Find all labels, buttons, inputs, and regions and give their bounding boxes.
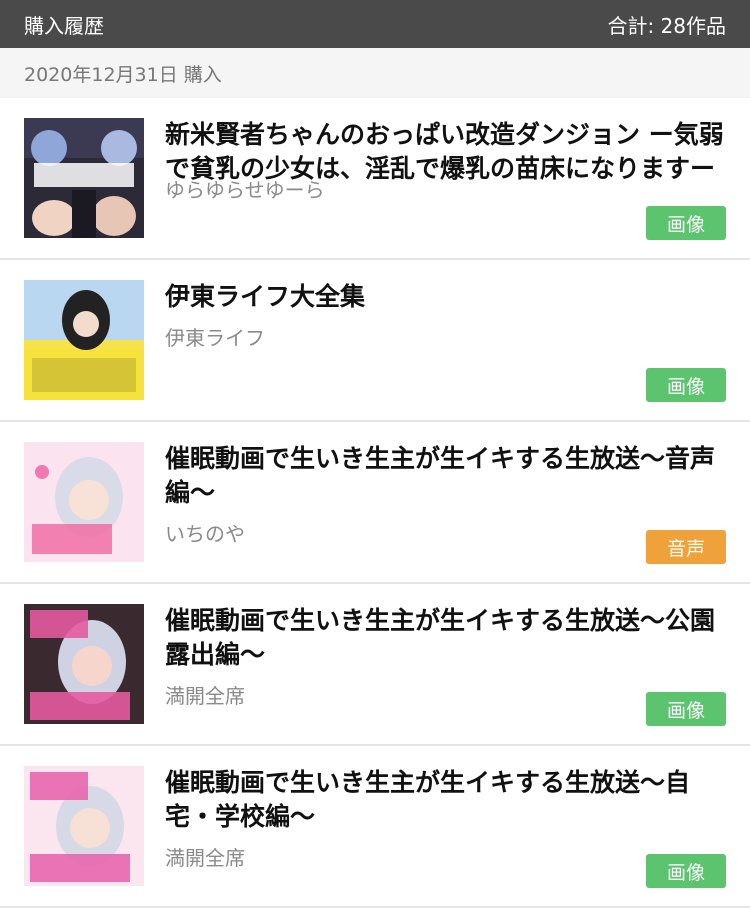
header-bar: 購入履歴 合計: 28作品 [0,0,750,48]
product-thumbnail[interactable] [24,280,144,400]
product-title[interactable]: 伊東ライフ大全集 [165,280,724,314]
total-count: 合計: 28作品 [607,13,726,38]
product-thumbnail[interactable] [24,604,144,724]
product-title[interactable]: 催眠動画で生いき生主が生イキする生放送〜音声編〜 [165,442,724,510]
category-badge: 画像 [646,368,726,402]
product-title[interactable]: 催眠動画で生いき生主が生イキする生放送〜自宅・学校編〜 [165,766,724,834]
thumbnail-image [24,766,144,886]
thumbnail-image [24,280,144,400]
purchase-list: 新米賢者ちゃんのおっぱい改造ダンジョン ー気弱で貧乳の少女は、淫乱で爆乳の苗床に… [0,98,750,908]
product-title[interactable]: 催眠動画で生いき生主が生イキする生放送〜公園露出編〜 [165,604,724,672]
category-badge: 画像 [646,206,726,240]
thumbnail-image [24,604,144,724]
list-item[interactable]: 催眠動画で生いき生主が生イキする生放送〜公園露出編〜 満開全席 画像 [0,584,750,746]
category-badge: 音声 [646,530,726,564]
list-item[interactable]: 催眠動画で生いき生主が生イキする生放送〜自宅・学校編〜 満開全席 画像 [0,746,750,908]
product-thumbnail[interactable] [24,442,144,562]
list-item[interactable]: 催眠動画で生いき生主が生イキする生放送〜音声編〜 いちのや 音声 [0,422,750,584]
product-thumbnail[interactable] [24,118,144,238]
purchase-date-label: 2020年12月31日 購入 [24,63,222,86]
category-badge: 画像 [646,692,726,726]
list-item[interactable]: 新米賢者ちゃんのおっぱい改造ダンジョン ー気弱で貧乳の少女は、淫乱で爆乳の苗床に… [0,98,750,260]
date-section-header: 2020年12月31日 購入 [0,48,750,98]
product-author[interactable]: ゆらゆらせゆーら [165,174,325,203]
category-badge: 画像 [646,854,726,888]
product-author[interactable]: 伊東ライフ [165,322,265,351]
thumbnail-image [24,442,144,562]
product-author[interactable]: 満開全席 [165,842,245,871]
product-thumbnail[interactable] [24,766,144,886]
page-title: 購入履歴 [24,13,104,38]
product-author[interactable]: 満開全席 [165,680,245,709]
thumbnail-image [24,118,144,238]
product-author[interactable]: いちのや [165,518,245,547]
list-item[interactable]: 伊東ライフ大全集 伊東ライフ 画像 [0,260,750,422]
